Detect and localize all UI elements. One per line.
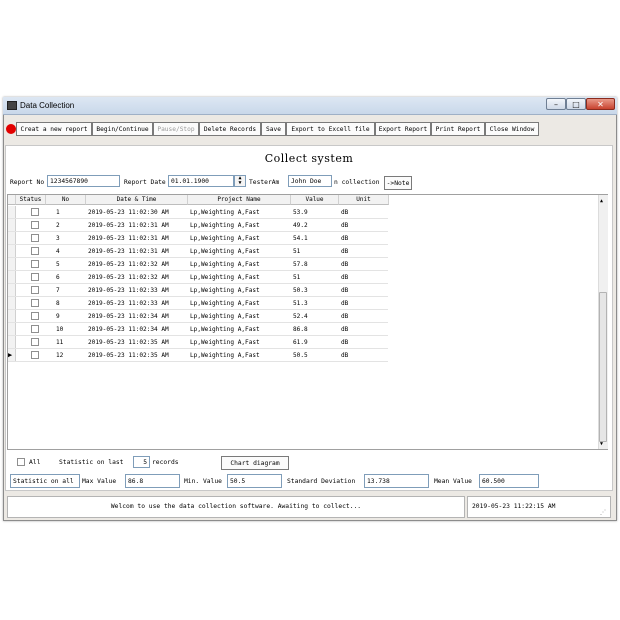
- std-dev-field: 13.738: [364, 474, 429, 488]
- collection-label: n collection: [334, 179, 380, 186]
- status-checkbox[interactable]: [31, 325, 39, 333]
- page-title: Collect system: [264, 152, 354, 165]
- all-label: All: [29, 459, 41, 466]
- column-header-status[interactable]: Status: [16, 195, 46, 205]
- all-checkbox[interactable]: [17, 458, 25, 466]
- max-value-label: Max Value: [82, 478, 117, 485]
- window-title: Data Collection: [20, 101, 75, 110]
- max-value-field: 86.8: [125, 474, 180, 488]
- resize-grip-icon[interactable]: ⋰: [600, 509, 606, 516]
- column-header-datetime[interactable]: Date & Time: [86, 195, 188, 205]
- row-header-corner: [8, 195, 16, 205]
- min-value-label: Min. Value: [184, 478, 222, 485]
- column-header-value[interactable]: Value: [291, 195, 339, 205]
- status-checkbox[interactable]: [31, 312, 39, 320]
- scroll-down-icon[interactable]: ▼: [600, 441, 603, 447]
- pause-stop-button[interactable]: Pause/Stop: [153, 122, 199, 136]
- app-icon: [7, 101, 17, 110]
- delete-records-button[interactable]: Delete Records: [199, 122, 261, 136]
- export-report-button[interactable]: Export Report: [375, 122, 431, 136]
- column-header-unit[interactable]: Unit: [339, 195, 389, 205]
- status-checkbox[interactable]: [31, 286, 39, 294]
- save-button[interactable]: Save: [261, 122, 286, 136]
- status-checkbox[interactable]: [31, 208, 39, 216]
- row-divider: [8, 361, 388, 362]
- create-report-button[interactable]: Creat a new report: [16, 122, 92, 136]
- print-report-button[interactable]: Print Report: [431, 122, 485, 136]
- record-indicator-icon: [6, 124, 16, 134]
- scroll-up-icon[interactable]: ▲: [600, 198, 603, 204]
- maximize-button[interactable]: □: [566, 98, 586, 110]
- begin-continue-button[interactable]: Begin/Continue: [92, 122, 153, 136]
- status-timestamp: 2019-05-23 11:22:15 AM: [467, 496, 611, 518]
- status-checkbox[interactable]: [31, 234, 39, 242]
- report-date-label: Report Date: [124, 179, 166, 186]
- status-checkbox[interactable]: [31, 299, 39, 307]
- status-checkbox[interactable]: [31, 338, 39, 346]
- report-date-input[interactable]: 01.01.1900: [168, 175, 234, 187]
- status-checkbox[interactable]: [31, 247, 39, 255]
- status-checkbox[interactable]: [31, 221, 39, 229]
- std-dev-label: Standard Deviation: [287, 478, 356, 485]
- column-header-project[interactable]: Project Name: [188, 195, 291, 205]
- min-value-field: 50.5: [227, 474, 282, 488]
- statistic-on-last-label: Statistic on last: [59, 459, 124, 466]
- status-message: Welcom to use the data collection softwa…: [7, 496, 465, 518]
- close-window-button[interactable]: ✕: [586, 98, 615, 110]
- spin-down-icon[interactable]: ▼: [235, 181, 245, 186]
- status-checkbox[interactable]: [31, 273, 39, 281]
- report-no-label: Report No: [10, 179, 45, 186]
- date-spinner[interactable]: ▲ ▼: [234, 175, 246, 187]
- tester-input[interactable]: John Doe: [288, 175, 332, 187]
- status-checkbox[interactable]: [31, 260, 39, 268]
- mean-value-label: Mean Value: [434, 478, 472, 485]
- note-button[interactable]: ->Note: [384, 176, 412, 190]
- column-header-no[interactable]: No: [46, 195, 86, 205]
- chart-diagram-button[interactable]: Chart diagram: [221, 456, 289, 470]
- minimize-button[interactable]: –: [546, 98, 566, 110]
- tester-label: TesterAm: [249, 179, 280, 186]
- mean-value-field: 60.500: [479, 474, 539, 488]
- title-bar[interactable]: [3, 97, 617, 115]
- status-checkbox[interactable]: [31, 351, 39, 359]
- records-label: records: [152, 459, 179, 466]
- report-no-input[interactable]: 1234567890: [47, 175, 120, 187]
- export-excel-button[interactable]: Export to Excell file: [286, 122, 375, 136]
- statistic-on-all-button[interactable]: Statistic on all: [10, 474, 80, 488]
- close-window-toolbar-button[interactable]: Close Window: [485, 122, 539, 136]
- last-count-input[interactable]: 5: [133, 456, 150, 468]
- scroll-thumb[interactable]: [599, 292, 607, 442]
